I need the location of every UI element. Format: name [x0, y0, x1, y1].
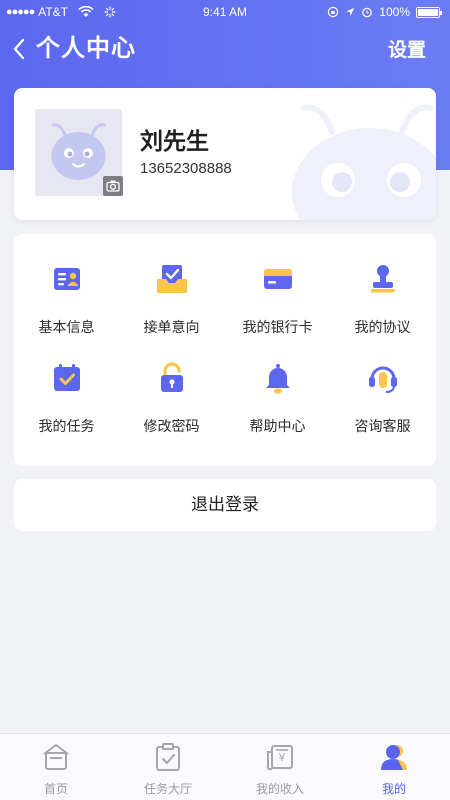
lock-icon	[161, 362, 183, 392]
income-icon: ¥	[266, 745, 293, 771]
stamp-icon	[371, 265, 395, 293]
menu-item-agreement[interactable]: 我的协议	[330, 234, 435, 335]
user-phone: 13652308888	[140, 160, 232, 177]
menu-item-label: 帮助中心	[249, 418, 306, 434]
chevron-left-icon	[13, 38, 25, 60]
settings-button[interactable]: 设置	[388, 38, 426, 64]
rotation-lock-icon	[328, 6, 339, 18]
profile-card[interactable]: 刘先生 13652308888	[14, 88, 436, 220]
logout-button[interactable]: 退出登录	[14, 479, 436, 531]
location-icon	[346, 8, 355, 16]
bell-icon	[266, 364, 290, 394]
menu-item-bank-card[interactable]: 我的银行卡	[225, 234, 330, 335]
menu-grid: 基本信息 接单意向 我的银行卡 我的协议 我的任务 修改密码 帮助中心 咨询客服	[14, 234, 436, 466]
home-icon	[43, 744, 69, 770]
page-title: 个人中心	[36, 35, 136, 62]
menu-item-customer-service[interactable]: 咨询客服	[330, 333, 435, 434]
menu-item-help-center[interactable]: 帮助中心	[225, 333, 330, 434]
tab-mine[interactable]: 我的	[338, 734, 450, 800]
tab-home[interactable]: 首页	[0, 734, 112, 800]
svg-text:¥: ¥	[279, 751, 286, 764]
battery-percent: 100%	[379, 5, 410, 19]
tab-label: 我的	[381, 782, 406, 796]
id-card-icon	[54, 268, 80, 290]
user-name: 刘先生	[140, 128, 209, 154]
headset-icon	[369, 366, 397, 393]
battery-icon	[416, 6, 442, 18]
task-icon	[156, 743, 180, 771]
tab-bar: 首页 任务大厅 ¥ 我的收入 我的	[0, 733, 450, 800]
menu-item-my-tasks[interactable]: 我的任务	[14, 333, 119, 434]
status-bar: ●●●●● AT&T 9:41 AM 100%	[0, 0, 450, 24]
tab-task-hall[interactable]: 任务大厅	[112, 734, 224, 800]
mascot-watermark-icon	[292, 104, 436, 220]
menu-item-label: 我的任务	[38, 418, 95, 434]
user-icon	[381, 745, 407, 770]
menu-item-basic-info[interactable]: 基本信息	[14, 234, 119, 335]
back-button[interactable]	[12, 34, 26, 66]
change-avatar-button[interactable]	[103, 176, 123, 196]
tab-my-income[interactable]: ¥ 我的收入	[224, 734, 336, 800]
navigation-bar: 个人中心 设置	[0, 28, 450, 72]
menu-item-change-password[interactable]: 修改密码	[119, 333, 224, 434]
calendar-check-icon	[54, 364, 80, 391]
menu-item-label: 咨询客服	[354, 418, 411, 434]
menu-item-label: 修改密码	[143, 418, 200, 434]
camera-icon	[106, 180, 120, 192]
alarm-icon	[362, 7, 373, 18]
inbox-check-icon	[157, 265, 187, 293]
tab-label: 我的收入	[255, 782, 304, 796]
tab-label: 首页	[43, 782, 68, 796]
menu-item-order-intent[interactable]: 接单意向	[119, 234, 224, 335]
bank-card-icon	[264, 269, 292, 289]
tab-label: 任务大厅	[143, 782, 192, 796]
